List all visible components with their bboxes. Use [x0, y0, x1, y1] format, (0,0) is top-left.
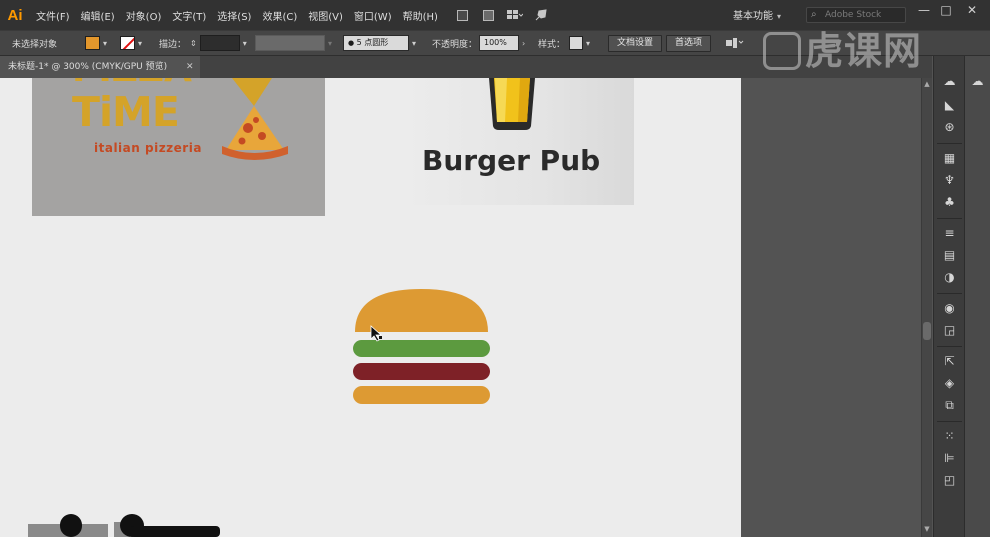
graphic-style-picker[interactable]: ▾ [569, 31, 590, 55]
chevron-down-icon: ▾ [103, 38, 108, 48]
brush-definition[interactable]: ● 5 点圆形 ▾ [343, 31, 416, 55]
cc-libraries-icon[interactable]: ☁ [970, 74, 985, 89]
color-guide-icon[interactable]: ⊛ [942, 120, 957, 135]
stock-icon[interactable] [481, 8, 497, 22]
burger-bottom-bun[interactable] [353, 386, 490, 404]
align-icon[interactable]: ⊫ [942, 451, 957, 466]
pizza-slice-hourglass-icon [222, 78, 288, 160]
variable-width-profile[interactable]: ▾ [255, 31, 332, 55]
pizza-logo-title: TiME [72, 88, 180, 136]
chevron-down-icon: ▾ [138, 38, 143, 48]
gpu-rocket-icon[interactable] [533, 8, 549, 22]
appearance-icon[interactable]: ◉ [942, 301, 957, 316]
doc-setup-container: 文档设置 [608, 31, 663, 55]
burger-illustration[interactable] [350, 286, 495, 408]
minimize-button[interactable]: — [914, 3, 934, 19]
export-icon[interactable]: ⇱ [942, 354, 957, 369]
pathfinder-icon[interactable]: ◰ [942, 473, 957, 488]
layers-icon[interactable]: ◈ [942, 376, 957, 391]
transparency-icon[interactable]: ◑ [942, 270, 957, 285]
menu-view[interactable]: 视图(V) [308, 8, 343, 23]
menu-effect[interactable]: 效果(C) [262, 8, 297, 23]
stroke-swatch[interactable] [120, 36, 135, 50]
menu-edit[interactable]: 编辑(E) [81, 8, 115, 23]
bridge-icon[interactable] [455, 8, 471, 22]
arrange-documents-icon[interactable] [506, 8, 523, 22]
maximize-button[interactable]: □ [936, 3, 956, 19]
pasteboard [741, 78, 921, 537]
panel-dock: ☁ ◣ ⊛ ▦ ♆ ♣ ≡ ▤ ◑ ◉ ◲ ⇱ ◈ ⧉ ⁙ ⊫ ◰ [933, 56, 964, 537]
graphic-styles-icon[interactable]: ◲ [942, 323, 957, 338]
pizza-logo-subtitle: italian pizzeria [94, 141, 202, 155]
burger-pub-title: Burger Pub [422, 144, 601, 177]
burger-pub-logo-image[interactable]: Burger Pub [403, 78, 634, 205]
transform-icon[interactable]: ⁙ [942, 429, 957, 444]
partial-artwork-bottom [28, 514, 220, 537]
scroll-down-icon[interactable]: ▼ [922, 525, 932, 533]
menu-type[interactable]: 文字(T) [172, 8, 206, 23]
close-button[interactable]: ✕ [962, 3, 982, 19]
artboard-canvas[interactable]: PIZZA TiME italian pizzeria Burger Pub [0, 78, 741, 537]
beer-glass-icon [489, 78, 535, 130]
document-setup-button[interactable]: 文档设置 [608, 34, 663, 52]
arrange-icon[interactable] [725, 31, 745, 55]
stroke-label: 描边： [159, 39, 187, 50]
menu-window[interactable]: 窗口(W) [354, 8, 392, 23]
fill-swatch[interactable] [85, 36, 100, 50]
properties-icon[interactable]: ◣ [942, 98, 957, 113]
preferences-button[interactable]: 首选项 [666, 34, 712, 52]
menu-object[interactable]: 对象(O) [126, 8, 162, 23]
opacity-label: 不透明度： [432, 39, 478, 50]
menu-help[interactable]: 帮助(H) [403, 8, 438, 23]
style-label: 样式： [538, 39, 566, 50]
fill-color-control[interactable]: ▾ [85, 31, 107, 55]
watermark-logo-icon [763, 32, 801, 70]
illustrator-window: Ai 文件(F) 编辑(E) 对象(O) 文字(T) 选择(S) 效果(C) 视… [0, 0, 990, 537]
vertical-scrollbar[interactable]: ▲ ▼ [921, 78, 932, 537]
menu-select[interactable]: 选择(S) [217, 8, 251, 23]
selection-status: 未选择对象 [12, 39, 58, 50]
symbols-icon[interactable]: ♣ [942, 195, 957, 210]
stroke-icon[interactable]: ≡ [942, 226, 957, 241]
panel-dock-secondary: ☁ [964, 56, 990, 537]
stroke-color-control[interactable]: ▾ [120, 31, 142, 55]
menu-file[interactable]: 文件(F) [36, 8, 70, 23]
artboards-icon[interactable]: ⧉ [942, 398, 957, 413]
app-logo: Ai [7, 6, 23, 24]
scroll-up-icon[interactable]: ▲ [922, 80, 932, 88]
pizza-time-logo-image[interactable]: PIZZA TiME italian pizzeria [32, 78, 325, 216]
libraries-icon[interactable]: ☁ [942, 74, 957, 89]
pizza-logo-top-text: PIZZA [72, 78, 192, 88]
gradient-icon[interactable]: ▤ [942, 248, 957, 263]
close-tab-icon[interactable]: ✕ [186, 56, 194, 78]
brushes-icon[interactable]: ♆ [942, 173, 957, 188]
swatches-icon[interactable]: ▦ [942, 151, 957, 166]
prefs-container: 首选项 [666, 31, 712, 55]
mouse-cursor-icon [370, 325, 383, 342]
opacity-field[interactable]: 100% › [479, 31, 525, 55]
scrollbar-thumb[interactable] [923, 322, 931, 340]
stroke-weight-stepper[interactable]: ⇕ ▾ [190, 31, 247, 55]
document-tab[interactable]: 未标题-1* @ 300% (CMYK/GPU 预览) ✕ [0, 56, 200, 78]
watermark: 虎课网 [763, 20, 922, 75]
burger-patty[interactable] [353, 363, 490, 380]
